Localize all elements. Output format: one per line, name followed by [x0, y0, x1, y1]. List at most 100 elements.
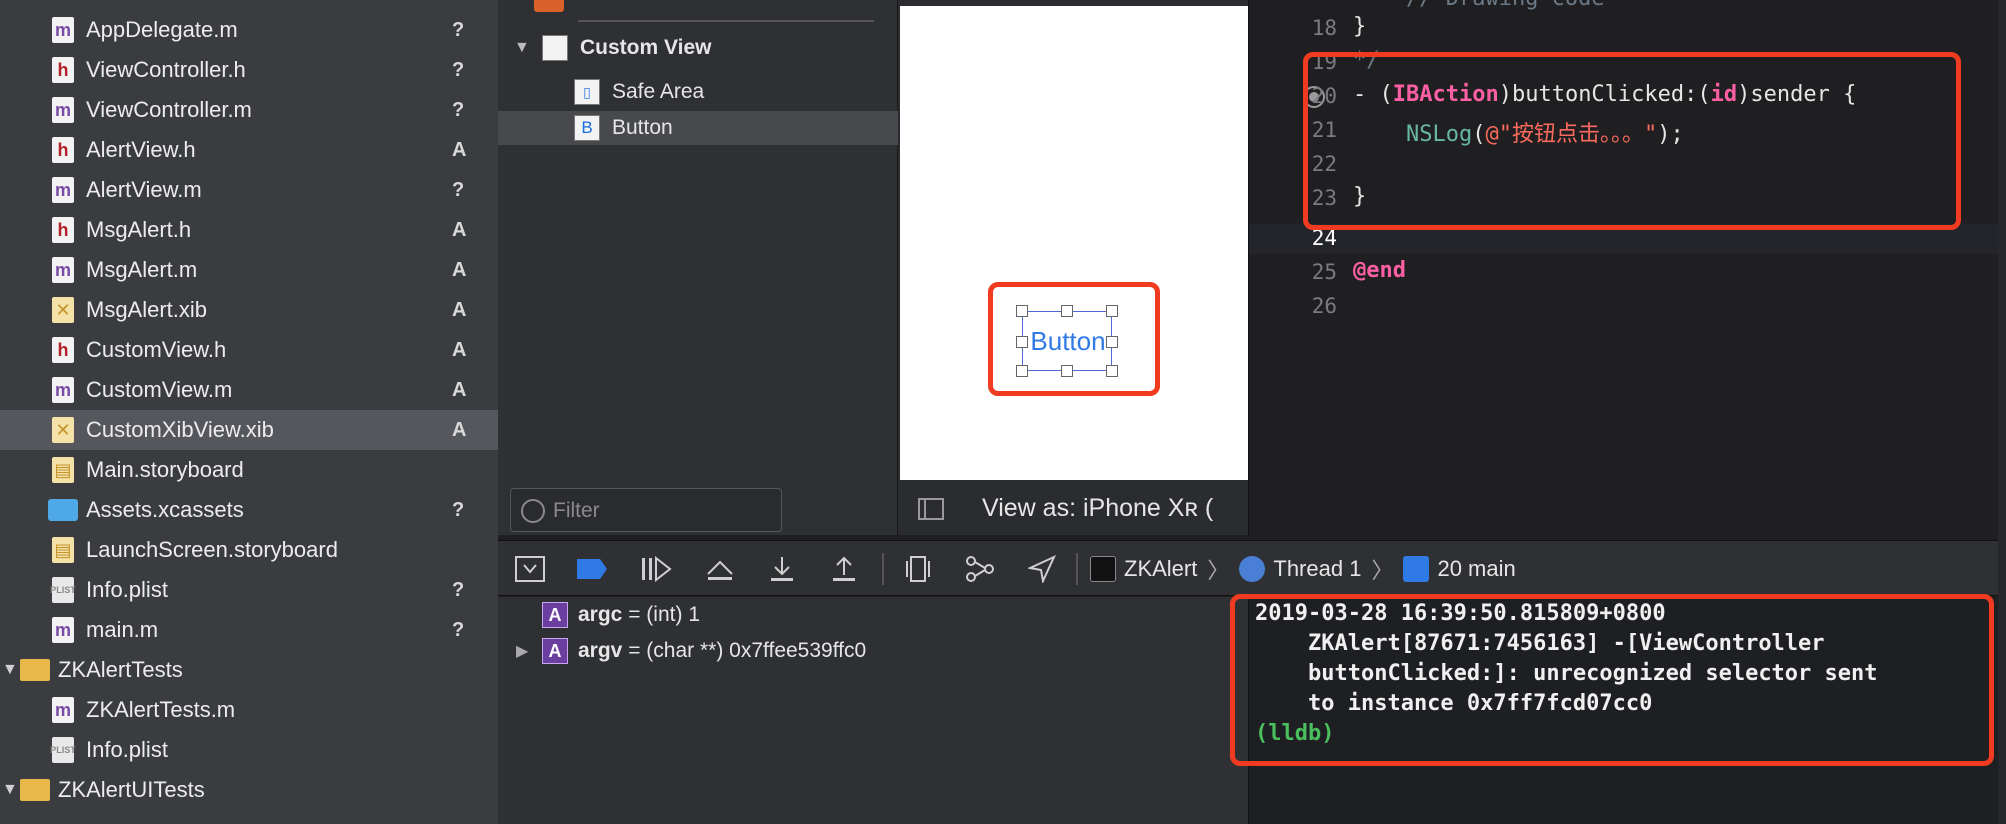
safe-area-icon: ▯ [574, 79, 600, 105]
variable-type: (int) [646, 603, 683, 626]
vcs-status: ? [452, 178, 465, 201]
line-number: 26 [1311, 294, 1337, 318]
nav-item-label: MsgAlert.xib [86, 297, 208, 322]
nav-item-tests-info-plist[interactable]: PLIST Info.plist [0, 730, 498, 770]
code-line: } [1353, 14, 1367, 39]
annotation-box-console [1230, 594, 1994, 766]
outline-item-custom-view[interactable]: ▼ Custom View [498, 31, 898, 65]
vcs-status: A [452, 338, 467, 361]
nav-item-alertview-h[interactable]: h AlertView.h A [0, 130, 498, 170]
first-responder-icon [534, 0, 564, 12]
breakpoints-toggle-icon[interactable] [576, 553, 608, 585]
chevron-right-icon: 〉 [1371, 558, 1394, 583]
variable-name: argv [578, 639, 623, 662]
folder-icon [20, 659, 50, 681]
nav-item-customview-h[interactable]: h CustomView.h A [0, 330, 498, 370]
disclosure-triangle-icon[interactable]: ▼ [2, 781, 18, 799]
m-file-icon: m [52, 177, 74, 203]
nav-item-customview-m[interactable]: m CustomView.m A [0, 370, 498, 410]
nav-item-label: ViewController.m [86, 97, 252, 122]
plist-file-icon: PLIST [50, 577, 76, 603]
hide-debug-area-icon[interactable] [514, 553, 546, 585]
nav-item-label: CustomView.m [86, 377, 233, 402]
outline-item-label: Custom View [580, 36, 712, 59]
nav-item-assets[interactable]: Assets.xcassets ? [0, 490, 498, 530]
outline-item-safe-area[interactable]: ▯ Safe Area [498, 75, 898, 109]
continue-icon[interactable] [640, 553, 672, 585]
line-number: 18 [1311, 16, 1337, 40]
nav-group-zkalerttests[interactable]: ▼ ZKAlertTests [0, 650, 498, 690]
nav-item-msgalert-m[interactable]: m MsgAlert.m A [0, 250, 498, 290]
vcs-status: ? [452, 58, 465, 81]
h-file-icon: h [52, 57, 74, 83]
breadcrumb-target[interactable]: ZKAlert [1124, 556, 1197, 582]
storyboard-file-icon: ▤ [52, 457, 74, 483]
interface-builder-canvas: Button [898, 0, 1248, 480]
nav-item-alertview-m[interactable]: m AlertView.m ? [0, 170, 498, 210]
m-file-icon: m [52, 17, 74, 43]
nav-item-label: CustomXibView.xib [86, 417, 274, 442]
variables-view: A argc = (int) 1 ▶ A argv = (char **) 0x… [498, 597, 1248, 824]
vcs-status: ? [452, 18, 465, 41]
filter-field[interactable] [510, 488, 782, 532]
code-keyword: @end [1353, 258, 1406, 283]
window-edge [1998, 0, 2006, 824]
outline-item-button[interactable]: B Button [498, 111, 898, 145]
nav-item-label: AppDelegate.m [86, 17, 238, 42]
variable-value: 1 [688, 603, 700, 626]
nav-item-label: CustomView.h [86, 337, 227, 362]
nav-item-launchscreen[interactable]: ▤ LaunchScreen.storyboard [0, 530, 498, 570]
nav-item-label: Info.plist [86, 577, 168, 602]
terminal-app-icon [1090, 556, 1116, 582]
breadcrumb-thread[interactable]: Thread 1 [1273, 556, 1361, 582]
custom-view-canvas[interactable]: Button [900, 6, 1248, 480]
disclosure-triangle-icon[interactable]: ▼ [514, 39, 530, 57]
nav-item-main-storyboard[interactable]: ▤ Main.storyboard [0, 450, 498, 490]
nav-item-label: Main.storyboard [86, 457, 244, 482]
step-into-icon[interactable] [766, 553, 798, 585]
nav-item-msgalert-xib[interactable]: ✕ MsgAlert.xib A [0, 290, 498, 330]
folder-icon [20, 779, 50, 801]
vcs-status: A [452, 418, 467, 441]
argument-badge-icon: A [542, 638, 568, 664]
nav-item-viewcontroller-h[interactable]: h ViewController.h ? [0, 50, 498, 90]
view-as-device-button[interactable]: View as: iPhone Xʀ ( [982, 494, 1213, 523]
assets-folder-icon [48, 499, 78, 521]
storyboard-file-icon: ▤ [52, 537, 74, 563]
filter-input[interactable] [553, 495, 773, 527]
debug-breadcrumb: ZKAlert 〉 Thread 1 〉 20 main [1090, 541, 1516, 597]
argument-badge-icon: A [542, 602, 568, 628]
nav-item-label: ZKAlertTests [58, 657, 183, 682]
view-icon [542, 35, 568, 61]
button-icon: B [574, 115, 600, 141]
sidebar-toggle-icon[interactable] [918, 498, 944, 520]
nav-item-viewcontroller-m[interactable]: m ViewController.m ? [0, 90, 498, 130]
outline-divider [578, 20, 874, 22]
m-file-icon: m [52, 257, 74, 283]
vcs-status: ? [452, 578, 465, 601]
nav-item-label: MsgAlert.m [86, 257, 198, 282]
nav-item-label: AlertView.m [86, 177, 202, 202]
nav-item-msgalert-h[interactable]: h MsgAlert.h A [0, 210, 498, 250]
thread-icon [1239, 556, 1266, 582]
vcs-status: A [452, 138, 467, 161]
m-file-icon: m [52, 617, 74, 643]
filter-icon [521, 499, 545, 523]
nav-item-customxibview-xib[interactable]: ✕ CustomXibView.xib A [0, 410, 498, 450]
nav-item-label: LaunchScreen.storyboard [86, 537, 338, 562]
step-out-icon[interactable] [828, 553, 860, 585]
breadcrumb-frame[interactable]: 20 main [1437, 556, 1515, 582]
debug-view-hierarchy-icon[interactable] [902, 553, 934, 585]
memory-graph-icon[interactable] [964, 553, 996, 585]
nav-item-main-m[interactable]: m main.m ? [0, 610, 498, 650]
nav-item-label: AlertView.h [86, 137, 196, 162]
nav-item-appdelegate-m[interactable]: m AppDelegate.m ? [0, 10, 498, 50]
nav-group-zkalertuitests[interactable]: ▼ ZKAlertUITests [0, 770, 498, 810]
disclosure-triangle-icon[interactable]: ▼ [2, 661, 18, 679]
nav-item-info-plist[interactable]: PLIST Info.plist ? [0, 570, 498, 610]
nav-item-zkalerttests-m[interactable]: m ZKAlertTests.m [0, 690, 498, 730]
h-file-icon: h [52, 137, 74, 163]
simulate-location-icon[interactable] [1026, 553, 1058, 585]
disclosure-triangle-icon[interactable]: ▶ [516, 641, 528, 661]
step-over-icon[interactable] [704, 553, 736, 585]
